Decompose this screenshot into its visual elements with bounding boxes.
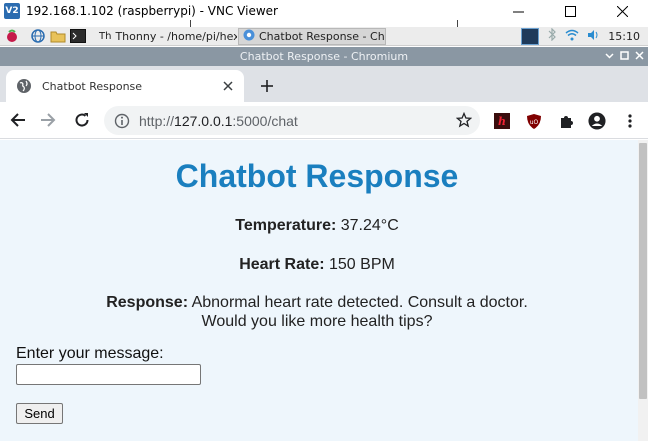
clock[interactable]: 15:10 [608,30,640,43]
close-button[interactable] [596,0,648,22]
wifi-icon[interactable] [565,28,579,46]
taskbar-thonny-window[interactable]: Th Thonny - /home/pi/hex... [94,28,238,45]
taskbar-window-label: Chatbot Response - Chr... [259,29,386,43]
minimize-button[interactable] [492,0,544,22]
scrollbar-thumb[interactable] [639,143,647,399]
response-label: Response: [106,294,189,311]
temperature-label: Temperature: [235,217,337,234]
vnc-logo-icon: V2 [4,3,20,19]
svg-text:uO: uO [530,119,539,126]
web-browser-icon[interactable] [30,28,46,44]
heart-rate-label: Heart Rate: [239,256,325,273]
tab-chatbot-response[interactable]: Chatbot Response [6,70,244,102]
taskbar-chromium-window[interactable]: Chatbot Response - Chr... [238,27,386,45]
back-arrow-icon[interactable] [8,110,28,130]
window-menu-chevron-icon[interactable] [605,51,614,63]
url-text[interactable]: http://127.0.0.1:5000/chat [139,113,298,129]
extension-h-icon[interactable]: h [493,112,511,130]
window-maximize-icon[interactable] [620,50,629,63]
profile-avatar-icon[interactable] [588,112,606,130]
tab-close-icon[interactable] [220,78,236,94]
response-text-line1: Abnormal heart rate detected. Consult a … [191,294,528,311]
page-content: Chatbot Response Temperature: 37.24°C He… [0,140,638,441]
reload-icon[interactable] [72,110,92,130]
vnc-window-title: 192.168.1.102 (raspberrypi) - VNC Viewer [26,4,278,18]
vnc-titlebar: V2 192.168.1.102 (raspberrypi) - VNC Vie… [0,0,648,22]
ublock-shield-icon[interactable]: uO [525,112,543,130]
response-text-line2: Would you like more health tips? [201,313,433,330]
taskbar-window-label: Thonny - /home/pi/hex... [115,29,238,43]
page-heading: Chatbot Response [175,158,459,194]
file-manager-icon[interactable] [50,28,66,44]
taskbar: Th Thonny - /home/pi/hex... Chatbot Resp… [0,27,648,46]
temperature-line: Temperature: 37.24°C [0,217,634,235]
chromium-icon [243,29,255,44]
address-bar[interactable]: http://127.0.0.1:5000/chat [104,106,480,135]
heart-rate-value: 150 BPM [329,256,395,273]
window-close-icon[interactable] [635,50,644,63]
thonny-icon: Th [99,30,112,42]
url-host: 127.0.0.1 [174,112,233,129]
chromium-window-title: Chatbot Response - Chromium [239,50,409,63]
temperature-value: 37.24°C [340,217,399,234]
browser-toolbar: http://127.0.0.1:5000/chat h uO [0,102,648,139]
new-tab-plus-icon[interactable] [256,75,278,97]
vnc-tray-icon[interactable] [521,28,540,45]
forward-arrow-icon[interactable] [38,110,58,130]
message-input[interactable] [16,364,201,385]
tab-strip: Chatbot Response [0,66,648,102]
message-label: Enter your message: [16,345,164,362]
response-block: Response: Abnormal heart rate detected. … [0,293,634,331]
url-path: :5000/chat [232,112,298,129]
raspberry-menu-icon[interactable] [4,28,20,44]
terminal-icon[interactable] [70,28,86,44]
globe-icon [17,79,31,93]
extensions-puzzle-icon[interactable] [557,112,575,130]
menu-kebab-icon[interactable] [621,112,639,130]
send-button[interactable]: Send [16,403,63,424]
page-scrollbar[interactable] [638,140,648,441]
heart-rate-line: Heart Rate: 150 BPM [0,256,634,274]
bookmark-star-icon[interactable] [456,112,472,128]
bluetooth-icon[interactable] [547,27,557,46]
info-icon[interactable] [114,113,130,129]
maximize-button[interactable] [544,0,596,22]
tab-title: Chatbot Response [42,79,143,93]
url-scheme: http:// [139,112,175,129]
volume-icon[interactable] [587,28,600,46]
chromium-titlebar: Chatbot Response - Chromium [0,47,648,66]
